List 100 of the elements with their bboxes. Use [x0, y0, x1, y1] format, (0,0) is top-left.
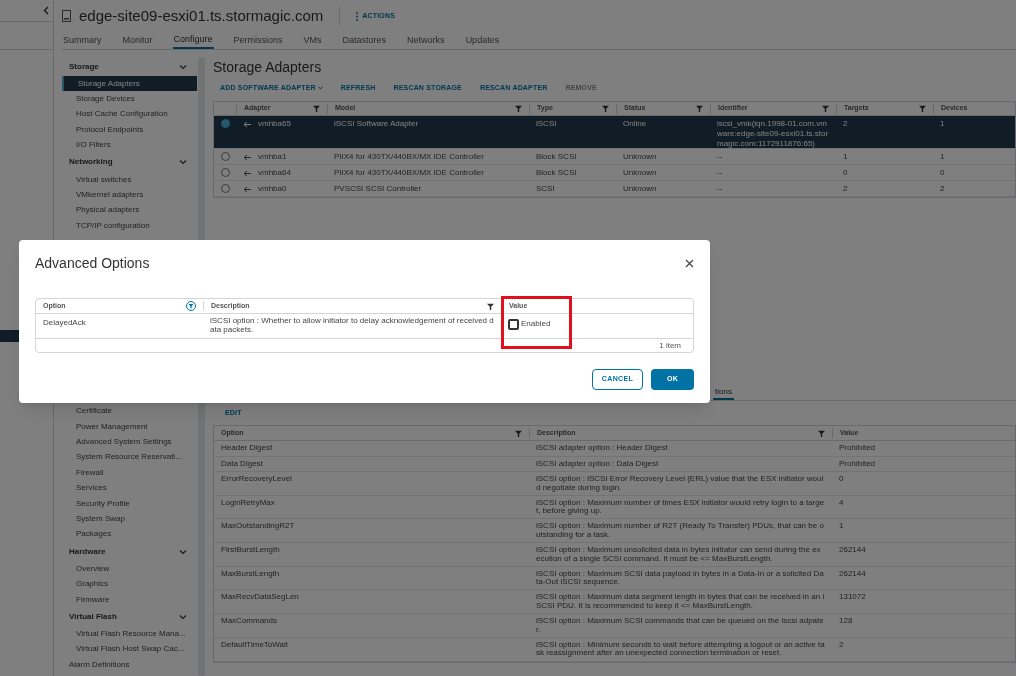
host-title: edge-site09-esxi01.ts.stormagic.com — [79, 5, 324, 26]
table-cell: 0 — [839, 474, 844, 483]
table-cell: vmhba65 — [258, 119, 291, 129]
host-server-icon — [62, 10, 71, 22]
sidebar-item[interactable]: Storage Adapters — [62, 76, 197, 92]
sidebar-item[interactable]: VMkernel adapters — [62, 187, 197, 203]
sidebar-item[interactable]: Firmware — [62, 591, 197, 608]
table-cell: Block SCSI — [536, 168, 577, 178]
table-cell: SCSI — [536, 184, 555, 194]
table-cell: iSCSI option : iSCSI Error Recovery Level (ERL) value that the ESX initiator would negotiate during login. — [536, 474, 824, 492]
sidebar-item[interactable]: Virtual Flash Resource Mana... — [62, 626, 197, 642]
close-icon[interactable] — [685, 258, 694, 268]
table-cell: iscsi_vmk(iqn.1998-01.com.vmware:edge-site09-esxi01.ts.stormagic.com:1172911876:65) — [717, 119, 829, 149]
chevron-down-icon[interactable] — [179, 63, 187, 70]
chevron-down-icon[interactable] — [179, 159, 187, 166]
sidebar-section-header[interactable]: Hardware — [62, 542, 197, 562]
table-cell: PIIX4 for 430TX/440BX/MX IDE Controller — [334, 168, 484, 178]
sidebar-item[interactable]: Firewall — [62, 465, 197, 481]
table-row[interactable]: vmhba64 PIIX4 for 430TX/440BX/MX IDE Controller Block SCSI Unknown -- 0 0 — [214, 165, 1015, 181]
sidebar-item[interactable]: Overview — [62, 561, 197, 577]
caret-icon — [317, 86, 323, 90]
chevron-down-icon[interactable] — [179, 548, 187, 555]
sidebar-item[interactable]: System Swap — [62, 511, 197, 527]
table-cell: Block SCSI — [536, 152, 577, 162]
table-cell: MaxOutstandingR2T — [221, 521, 295, 531]
radio-button[interactable] — [220, 168, 230, 177]
table-row[interactable]: vmhba0 PVSCSI SCSI Controller SCSI Unknown -- 2 2 — [214, 181, 1015, 197]
table-cell: vmhba1 — [258, 152, 287, 162]
nav-tab[interactable]: Networks — [406, 32, 446, 49]
table-cell: iSCSI Software Adapter — [334, 119, 419, 129]
chevron-down-icon[interactable] — [179, 613, 187, 620]
table-cell: iSCSI option : Whether to allow initiator to delay acknowledgement of received data packets. — [210, 316, 494, 334]
sidebar-item[interactable]: I/O Filters — [62, 137, 197, 153]
sidebar-item[interactable]: Host Cache Configuration — [62, 106, 197, 123]
table-cell: vmhba0 — [258, 184, 287, 194]
filter-icon[interactable] — [487, 302, 494, 310]
sidebar-item[interactable]: Services — [62, 480, 197, 496]
table-cell: -- — [717, 152, 723, 162]
sidebar-item[interactable]: Certificate — [62, 403, 197, 419]
item-count: 1 item — [659, 339, 681, 352]
sidebar-item[interactable]: System Resource Reservati... — [62, 449, 197, 466]
table-cell: iSCSI option : Maximum number of R2T (Ready To Transfer) PDUs, that can be outstanding for a task. — [536, 521, 824, 539]
table-cell: -- — [717, 184, 723, 194]
sidebar-section-header[interactable]: Storage — [62, 57, 197, 76]
nav-tab[interactable]: Updates — [464, 32, 501, 49]
detail-tab[interactable]: tions — [713, 385, 734, 400]
table-row[interactable]: vmhba65 iSCSI Software Adapter iSCSI Online iscsi_vmk(iqn.1998-01.com.vmware:edge-site09-esxi01.ts.stormagic.com:1172911876:65) 2 1 — [214, 116, 1015, 149]
sidebar-item[interactable]: Virtual switches — [62, 171, 197, 188]
sidebar-section-header[interactable]: Virtual Flash — [62, 607, 197, 627]
table-cell: 262144 — [839, 568, 866, 578]
table-cell: 1 — [839, 521, 844, 531]
table-cell: Unknown — [623, 168, 657, 178]
table-cell: DelayedAck — [43, 318, 86, 327]
sidebar-item[interactable]: Alarm Definitions — [62, 657, 197, 673]
table-cell: PIIX4 for 430TX/440BX/MX IDE Controller — [334, 152, 484, 162]
table-cell: 4 — [839, 497, 844, 507]
sidebar-item[interactable]: Power Management — [62, 418, 197, 435]
table-cell: iSCSI — [536, 119, 557, 129]
table-cell: -- — [717, 168, 723, 178]
sidebar-item[interactable]: Graphics — [62, 576, 197, 592]
nav-tab[interactable]: Monitor — [121, 32, 154, 49]
sidebar-item[interactable]: Virtual Flash Host Swap Cac... — [62, 641, 197, 657]
sidebar-item[interactable]: Physical adapters — [62, 202, 197, 219]
table-cell: Data Digest — [221, 458, 263, 468]
checkbox[interactable] — [508, 318, 519, 330]
nav-tab[interactable]: Datastores — [341, 32, 388, 49]
table-cell: iSCSI adapter option : Data Digest — [536, 458, 659, 468]
sidebar-section-header[interactable]: Networking — [62, 152, 197, 172]
table-cell: iSCSI option : Maximum SCSI data payload in bytes in a Data-In or a solicited Data-Out iSCSI sequence. — [536, 568, 824, 587]
table-cell: MaxRecvDataSegLen — [221, 592, 299, 602]
table-cell: 2 — [843, 184, 848, 194]
radio-button[interactable] — [220, 184, 230, 193]
collapse-icon[interactable] — [43, 6, 49, 15]
sidebar-item[interactable]: Security Profile — [62, 495, 197, 512]
table-cell: DefaultTimeToWait — [221, 639, 288, 649]
table-cell: Prohibited — [839, 443, 876, 452]
table-row[interactable]: vmhba1 PIIX4 for 430TX/440BX/MX IDE Controller Block SCSI Unknown -- 1 1 — [214, 149, 1015, 165]
sidebar-item[interactable]: Packages — [62, 526, 197, 543]
table-cell: Unknown — [623, 184, 657, 194]
sidebar-item[interactable]: Advanced System Settings — [62, 434, 197, 450]
nav-tab[interactable]: VMs — [302, 32, 323, 49]
table-cell: Unknown — [623, 152, 657, 162]
sidebar-item[interactable]: TCP/IP configuration — [62, 218, 197, 234]
nav-tab[interactable]: Configure — [172, 32, 214, 49]
table-cell: MaxBurstLength — [221, 568, 280, 578]
nav-tab[interactable]: Summary — [62, 32, 103, 49]
radio-button[interactable] — [220, 119, 230, 128]
adapter-icon — [243, 120, 252, 128]
table-cell: iSCSI option : Minimum seconds to wait before attempting a logout or an active task reassignment after an unexpected connection termination or reset. — [536, 639, 825, 658]
table-cell: 1 — [843, 152, 848, 162]
table-cell: 131072 — [839, 592, 866, 602]
table-cell: 2 — [839, 639, 844, 649]
nav-tab[interactable]: Permissions — [232, 32, 284, 49]
sidebar-item[interactable]: Storage Devices — [62, 91, 197, 107]
table-cell: 1 — [940, 119, 945, 129]
table-cell: 2 — [940, 184, 945, 194]
sidebar-item[interactable]: Protocol Endpoints — [62, 122, 197, 138]
table-cell: 1 — [940, 152, 945, 162]
radio-button[interactable] — [220, 152, 230, 161]
adapter-icon — [243, 153, 252, 161]
